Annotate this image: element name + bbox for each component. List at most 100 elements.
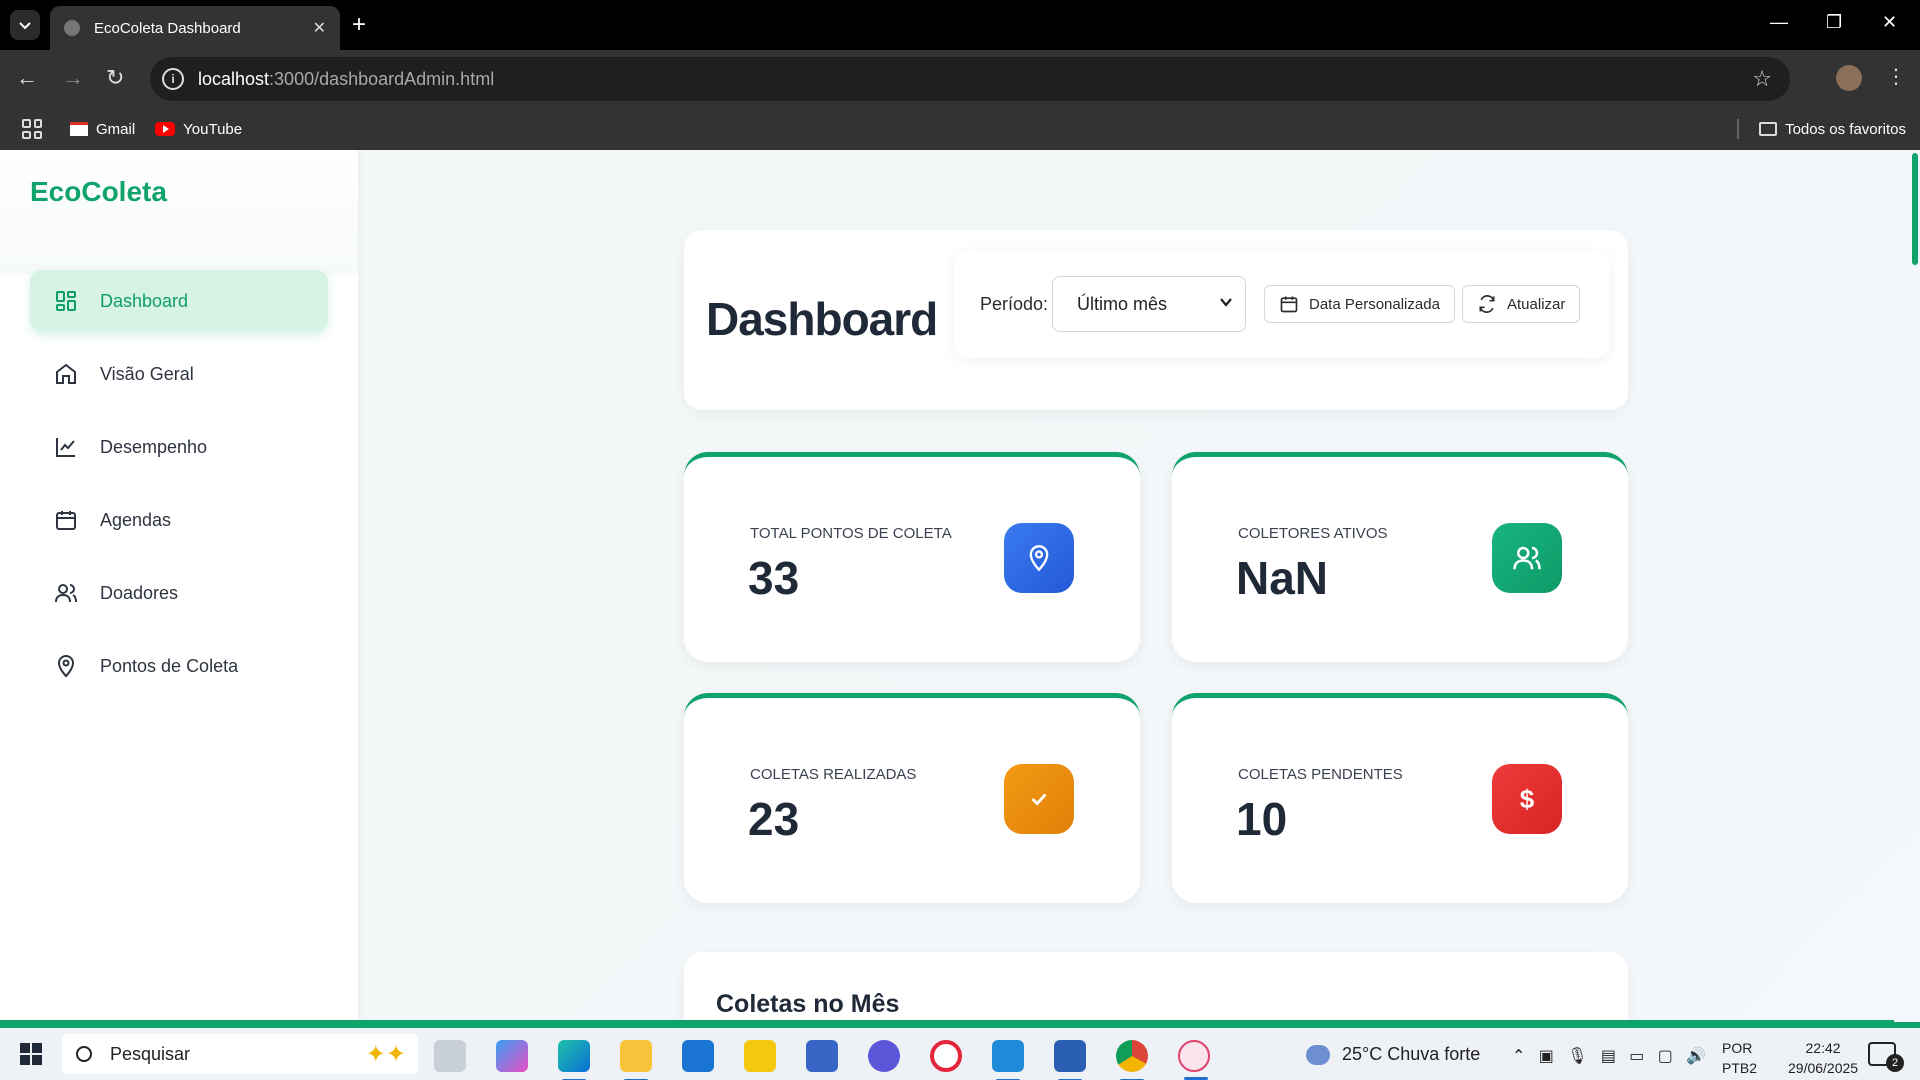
tab-title: EcoColeta Dashboard <box>94 19 241 37</box>
check-icon <box>1004 764 1074 834</box>
sidebar-item-label: Agendas <box>100 509 172 530</box>
sidebar-item-desempenho[interactable]: Desempenho <box>30 416 328 478</box>
browser-menu-icon[interactable]: ⋮ <box>1886 64 1906 89</box>
users-icon <box>55 584 77 603</box>
chevron-down-icon <box>1219 295 1233 312</box>
users-icon <box>1492 523 1562 593</box>
globe-icon <box>64 20 80 36</box>
edge-icon[interactable] <box>558 1040 590 1080</box>
stat-label: Coletas Pendentes <box>1238 766 1403 783</box>
sidebar-item-doadores[interactable]: Doadores <box>30 562 328 624</box>
sidebar-item-agendas[interactable]: Agendas <box>30 489 328 551</box>
period-select[interactable]: Último mês <box>1052 276 1246 332</box>
app-icon[interactable] <box>1178 1040 1210 1080</box>
address-bar[interactable]: i localhost:3000/dashboardAdmin.html ☆ <box>150 57 1790 101</box>
brand-logo[interactable]: EcoColeta <box>30 176 167 208</box>
task-view-icon[interactable] <box>434 1040 466 1072</box>
chart-line-icon <box>56 438 75 457</box>
chart-section: Coletas no Mês <box>684 952 1628 1022</box>
weather-widget[interactable]: 25°C Chuva forte <box>1306 1044 1480 1065</box>
discord-icon[interactable] <box>868 1040 900 1072</box>
language-indicator[interactable]: POR PTB2 <box>1722 1038 1757 1078</box>
stat-card-coletores-ativos: Coletores Ativos NaN <box>1172 452 1628 662</box>
chart-title: Coletas no Mês <box>716 990 900 1018</box>
search-icon <box>76 1046 92 1062</box>
header-card: Dashboard Período: Último mês Data Perso… <box>684 230 1628 410</box>
browser-tab[interactable]: EcoColeta Dashboard ✕ <box>50 6 340 50</box>
chrome-icon[interactable] <box>1116 1040 1148 1080</box>
stat-card-total-pontos: Total Pontos de Coleta 33 <box>684 452 1140 662</box>
sidebar-item-label: Desempenho <box>100 436 208 457</box>
bookmark-star-icon[interactable]: ☆ <box>1752 66 1772 92</box>
taskbar-search[interactable]: Pesquisar ✦✦ <box>62 1034 418 1074</box>
custom-date-button[interactable]: Data Personalizada <box>1264 285 1455 323</box>
sidebar-item-label: Visão Geral <box>100 363 194 384</box>
sidebar-item-visao-geral[interactable]: Visão Geral <box>30 343 328 405</box>
stat-label: Coletores Ativos <box>1238 525 1388 542</box>
folder-icon <box>1759 122 1778 136</box>
sparkle-icon: ✦✦ <box>365 1040 406 1068</box>
chevron-down-icon <box>19 22 31 30</box>
sidebar-nav: Dashboard Visão Geral Desempenho Agendas… <box>30 270 328 708</box>
tab-search-button[interactable] <box>10 10 40 40</box>
stat-value: 23 <box>748 793 800 845</box>
vscode-icon[interactable] <box>992 1040 1024 1080</box>
stat-label: Total Pontos de Coleta <box>750 525 952 542</box>
home-icon <box>56 363 76 384</box>
stat-value: 33 <box>748 552 800 604</box>
file-explorer-icon[interactable] <box>620 1040 652 1080</box>
forward-button[interactable]: → <box>62 66 84 90</box>
stat-value: NaN <box>1236 552 1329 604</box>
new-tab-button[interactable]: + <box>352 12 366 38</box>
browser-toolbar: ← → ↻ i localhost:3000/dashboardAdmin.ht… <box>0 50 1920 108</box>
page: EcoColeta Dashboard Visão Geral Desempen… <box>0 150 1920 1022</box>
refresh-button[interactable]: Atualizar <box>1462 285 1581 323</box>
profile-avatar[interactable] <box>1836 65 1862 91</box>
close-icon[interactable]: ✕ <box>313 18 326 38</box>
restore-button[interactable]: ❐ <box>1826 12 1842 33</box>
sidebar-item-label: Doadores <box>100 582 179 603</box>
map-pin-icon <box>57 655 75 678</box>
info-icon[interactable]: i <box>162 68 184 90</box>
apps-icon[interactable] <box>22 119 42 139</box>
outlook-icon[interactable] <box>682 1040 714 1072</box>
bookmark-gmail[interactable]: Gmail <box>70 121 135 138</box>
reload-button[interactable]: ↻ <box>106 66 124 90</box>
youtube-icon <box>155 122 176 136</box>
clock[interactable]: 22:42 29/06/2025 <box>1788 1038 1858 1078</box>
sidebar-item-pontos-de-coleta[interactable]: Pontos de Coleta <box>30 635 328 697</box>
stat-label: Coletas Realizadas <box>750 766 917 783</box>
powerbi-icon[interactable] <box>744 1040 776 1072</box>
map-pin-icon <box>1004 523 1074 593</box>
back-button[interactable]: ← <box>16 66 38 90</box>
gmail-icon <box>70 122 88 136</box>
minimize-button[interactable]: — <box>1770 12 1788 33</box>
grid-icon <box>56 291 76 311</box>
refresh-icon <box>1479 295 1495 313</box>
stat-card-coletas-realizadas: Coletas Realizadas 23 <box>684 693 1140 903</box>
calendar-icon <box>56 511 76 530</box>
close-window-button[interactable]: ✕ <box>1882 12 1897 33</box>
notifications-icon[interactable]: 2 <box>1868 1042 1904 1072</box>
url-text: localhost:3000/dashboardAdmin.html <box>198 68 495 89</box>
filters-panel: Período: Último mês Data Personalizada A… <box>954 250 1610 358</box>
scrollbar-thumb[interactable] <box>1912 153 1918 265</box>
calendar-icon <box>1280 296 1298 313</box>
start-button[interactable] <box>20 1043 42 1065</box>
system-tray[interactable]: ⌃ ▣ 🎙 ▤ ▭ ▢ 🔊 <box>1512 1046 1706 1066</box>
period-label: Período: <box>980 294 1049 314</box>
all-bookmarks[interactable]: Todos os favoritos <box>1737 119 1906 139</box>
dollar-icon: $ <box>1492 764 1562 834</box>
stat-value: 10 <box>1236 793 1288 845</box>
browser-tab-bar: EcoColeta Dashboard ✕ + — ❐ ✕ <box>0 0 1920 50</box>
stat-card-coletas-pendentes: Coletas Pendentes 10 $ <box>1172 693 1628 903</box>
sidebar-item-label: Dashboard <box>100 290 189 311</box>
store-icon[interactable] <box>806 1040 838 1072</box>
page-title: Dashboard <box>706 293 938 345</box>
copilot-icon[interactable] <box>496 1040 528 1072</box>
sidebar-item-dashboard[interactable]: Dashboard <box>30 270 328 332</box>
opera-icon[interactable] <box>930 1040 962 1072</box>
bookmark-youtube[interactable]: YouTube <box>155 121 242 138</box>
word-icon[interactable] <box>1054 1040 1086 1080</box>
weather-icon <box>1306 1044 1330 1065</box>
